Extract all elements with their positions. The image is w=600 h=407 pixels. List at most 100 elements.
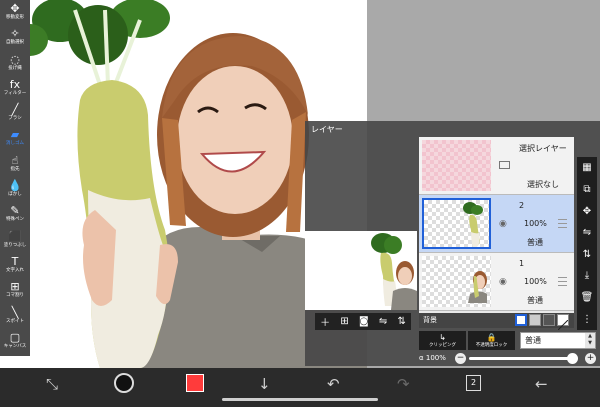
tool-special-pen[interactable]: ✎ 特殊ペン xyxy=(0,202,30,227)
bg-white-swatch[interactable] xyxy=(515,314,527,326)
clipping-label: クリッピング xyxy=(429,342,456,348)
tool-label: 塗りつぶし xyxy=(3,242,27,248)
tool-text[interactable]: T 文字入れ xyxy=(0,253,30,278)
tool-eyedropper[interactable]: ╲ スポイト xyxy=(0,304,30,329)
tool-label: コマ割り xyxy=(6,293,24,299)
lock-icon: 🔒 xyxy=(486,332,497,342)
layer-opacity: 100% xyxy=(524,277,547,286)
layer-list: 選択レイヤー 選択なし 2 ◉ 100% 普通 1 ◉ 100% 普通 xyxy=(419,137,574,313)
tool-label: スポイト xyxy=(6,318,24,324)
bg-dark-checker-swatch[interactable] xyxy=(543,314,555,326)
plus-button[interactable]: + xyxy=(585,353,596,364)
tool-lasso[interactable]: ◌ 投げ縄 xyxy=(0,51,30,76)
merge-icon[interactable]: ⧉ xyxy=(583,184,590,195)
more-icon[interactable]: ⋮ xyxy=(582,314,592,325)
panel-title: レイヤー xyxy=(311,125,343,134)
flip-vertical-icon[interactable]: ⇅ xyxy=(583,249,591,260)
preview-image xyxy=(371,233,417,310)
opacity-lock-button[interactable]: 🔒 不透明度ロック xyxy=(468,331,515,350)
layer-actions: ▦ ⧉ ✥ ⇋ ⇅ ⤓ 🗑 ⋮ xyxy=(577,157,597,330)
eraser-icon: ▰ xyxy=(10,128,20,142)
clipping-button[interactable]: ↳ クリッピング xyxy=(419,331,466,350)
preview-toolbar: ＋ ⊞ ◙ ⇋ ⇅ xyxy=(315,313,411,330)
layer-row-1[interactable]: 1 ◉ 100% 普通 xyxy=(419,253,574,311)
tool-auto-select[interactable]: ✧ 自動選択 xyxy=(0,25,30,50)
clipping-icon: ↳ xyxy=(439,332,446,342)
opacity-row: α 100% − + xyxy=(419,352,597,366)
layer-count-button[interactable]: 2 xyxy=(466,375,481,391)
magic-wand-icon: ✧ xyxy=(10,27,20,41)
panel-grid-icon: ⊞ xyxy=(10,280,20,294)
flip-vertical-icon[interactable]: ⇅ xyxy=(397,316,405,327)
tool-label: 投げ縄 xyxy=(8,65,22,71)
tool-label: 文字入れ xyxy=(6,267,24,273)
undo-icon[interactable]: ↶ xyxy=(327,376,340,392)
bg-light-checker-swatch[interactable] xyxy=(529,314,541,326)
tool-filter[interactable]: fx フィルター xyxy=(0,76,30,101)
tool-move[interactable]: ✥ 移動変形 xyxy=(0,0,30,25)
layer-row-2[interactable]: 2 ◉ 100% 普通 xyxy=(419,195,574,253)
back-arrow-icon[interactable]: ← xyxy=(535,376,548,392)
transform-icon[interactable]: ⤡ xyxy=(46,376,58,392)
move-icon: ✥ xyxy=(10,2,20,15)
drag-handle-icon[interactable] xyxy=(558,277,567,286)
flip-icon[interactable]: ⇋ xyxy=(583,227,591,238)
tool-blur[interactable]: 💧 ぼかし xyxy=(0,177,30,202)
radish-thumbnail xyxy=(463,202,483,247)
home-indicator xyxy=(222,398,378,401)
blend-mode-select[interactable]: 普通 ▲ ▼ xyxy=(520,332,596,349)
opacity-slider[interactable] xyxy=(469,357,575,360)
flip-horizontal-icon[interactable]: ⇋ xyxy=(379,316,387,327)
color-swatch[interactable] xyxy=(186,374,204,392)
add-layer-icon[interactable]: ＋ xyxy=(320,314,330,329)
layer-thumbnail xyxy=(422,256,491,307)
tool-smudge[interactable]: ☝ 指先 xyxy=(0,152,30,177)
checker-icon[interactable]: ▦ xyxy=(582,162,591,173)
selection-layer-thumbnail xyxy=(422,140,491,191)
photo-thumbnail xyxy=(468,271,487,303)
special-pen-icon: ✎ xyxy=(10,204,20,218)
opacity-slider-knob[interactable] xyxy=(567,353,578,364)
add-layer-copy-icon[interactable]: ⊞ xyxy=(340,316,348,327)
eye-icon[interactable]: ◉ xyxy=(499,277,507,287)
brush-size-icon[interactable] xyxy=(114,373,134,393)
tool-frame-divider[interactable]: ⊞ コマ割り xyxy=(0,278,30,303)
drag-handle-icon[interactable] xyxy=(558,219,567,228)
alpha-value: 100% xyxy=(425,354,446,362)
trash-icon[interactable]: 🗑 xyxy=(581,292,594,303)
tool-palette: ✥ 移動変形 ✧ 自動選択 ◌ 投げ縄 fx フィルター ╱ ブラシ ▰ 消しゴム ☝ 指先 … xyxy=(0,0,30,356)
layer-number: 1 xyxy=(519,259,525,268)
blend-mode-value: 普通 xyxy=(525,336,541,345)
selection-layer-row[interactable]: 選択レイヤー 選択なし xyxy=(419,137,574,195)
tool-fill[interactable]: ⬛ 塗りつぶし xyxy=(0,228,30,253)
minus-button[interactable]: − xyxy=(455,353,466,364)
tool-canvas[interactable]: ▢ キャンバス xyxy=(0,329,30,354)
move-icon[interactable]: ✥ xyxy=(583,206,591,217)
text-icon: T xyxy=(11,254,19,268)
camera-icon[interactable]: ◙ xyxy=(359,316,369,327)
tool-label: フィルター xyxy=(3,90,27,96)
bottom-toolbar: ⤡ ↓ ↶ ↷ 2 ← xyxy=(0,368,600,407)
tool-label: 消しゴム xyxy=(6,141,24,147)
alpha-symbol: α xyxy=(419,354,424,362)
stepper-arrows-icon: ▲ ▼ xyxy=(585,333,595,348)
eye-icon[interactable]: ◉ xyxy=(499,219,507,229)
layer-preview[interactable] xyxy=(305,231,417,310)
selection-layer-status: 選択なし xyxy=(527,180,559,189)
tool-brush[interactable]: ╱ ブラシ xyxy=(0,101,30,126)
layer-options-row: ↳ クリッピング 🔒 不透明度ロック 普通 ▲ ▼ xyxy=(419,331,597,350)
canvas-icon: ▢ xyxy=(9,330,21,344)
layer-thumbnail xyxy=(422,198,491,249)
alpha-label: α 100% xyxy=(419,354,446,362)
tool-label: ブラシ xyxy=(8,116,22,122)
layer-number: 2 xyxy=(519,201,525,210)
download-icon[interactable]: ⤓ xyxy=(585,270,589,281)
bg-none-swatch[interactable] xyxy=(557,314,569,331)
selection-layer-name: 選択レイヤー xyxy=(519,144,567,153)
tool-label: 指先 xyxy=(10,166,20,172)
redo-icon[interactable]: ↷ xyxy=(397,376,410,392)
lasso-icon: ◌ xyxy=(10,52,20,66)
tool-eraser[interactable]: ▰ 消しゴム xyxy=(0,126,30,151)
download-arrow-icon[interactable]: ↓ xyxy=(258,376,271,392)
layer-blend-mode: 普通 xyxy=(527,238,543,247)
